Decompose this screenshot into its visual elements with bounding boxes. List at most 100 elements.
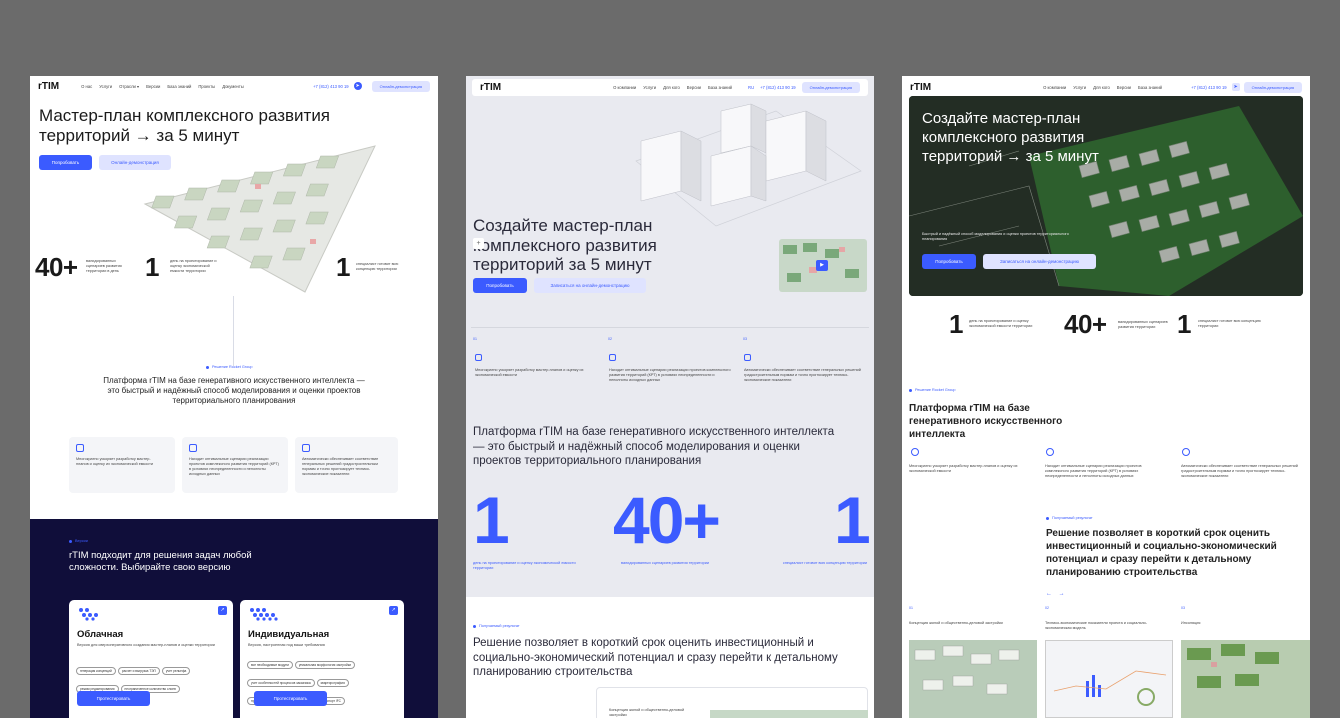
logo[interactable]: rTIM <box>910 82 931 93</box>
nav-demo-button[interactable]: Онлайн-демонстрация <box>1243 81 1302 93</box>
nav-item[interactable]: Услуги <box>1073 85 1086 90</box>
gallery-image[interactable] <box>1181 640 1310 718</box>
play-icon[interactable]: ▶ <box>816 260 828 271</box>
nav-demo-button[interactable]: Онлайн-демонстрация <box>371 80 430 92</box>
stat-number: 40+ <box>35 252 78 282</box>
platform-text: Платформа rTIM на базе генеративного иск… <box>473 426 835 467</box>
divider <box>471 327 869 328</box>
chip-list: генерация концепций расчет и выгрузка ТЭП… <box>75 659 225 695</box>
nav-item[interactable]: О компании <box>613 85 636 90</box>
feature-text: Автоматически обеспечивает соответствие … <box>1181 464 1298 478</box>
phone-link[interactable]: +7 (812) 413 90 19 <box>760 85 796 90</box>
demo-button[interactable]: Записаться на онлайн-демонстрацию <box>534 278 646 293</box>
test-button[interactable]: Протестировать <box>77 691 150 706</box>
chip: расчет и выгрузка ТЭП <box>117 667 160 675</box>
lang-switch[interactable]: RU <box>748 85 754 90</box>
result-section: Получаемый результат Решение позволяет в… <box>466 597 874 718</box>
telegram-icon[interactable]: ➤ <box>353 82 362 90</box>
top-nav: rTIM О нас Услуги Отрасли ▾ Версии База … <box>30 76 438 96</box>
buildings-3d-image <box>635 103 862 227</box>
gallery-arrows[interactable]: ← → <box>1046 591 1065 597</box>
nav-item[interactable]: О нас <box>81 84 92 89</box>
stat-text: валидированных сценариев развития террит… <box>86 259 122 273</box>
nav-item[interactable]: Версии <box>687 85 701 90</box>
test-button[interactable]: Протестировать <box>254 691 327 706</box>
nav-item[interactable]: База знаний <box>1138 85 1162 90</box>
gallery-label: Концепция жилой и общественно-деловой за… <box>909 621 1003 625</box>
frame-icon <box>609 354 616 361</box>
phone-link[interactable]: +7 (812) 413 90 19 <box>313 84 349 89</box>
gallery-image[interactable] <box>1045 640 1173 718</box>
gallery-number: 02 <box>1045 606 1049 610</box>
stat-number: 1 <box>336 252 350 282</box>
stat-number: 1 <box>145 252 159 282</box>
column-number: 01 <box>473 337 477 341</box>
arrow-icon[interactable]: ↗ <box>389 606 398 615</box>
nav-item[interactable]: База знаний <box>167 84 191 89</box>
arrow-icon[interactable]: ↗ <box>218 606 227 615</box>
hero-subtitle: Быстрый и надёжный способ моделирования … <box>922 232 1069 241</box>
chip: учет рельефа <box>161 667 191 675</box>
nav-item[interactable]: Проекты <box>198 84 215 89</box>
nav-item[interactable]: Для кого <box>663 85 680 90</box>
feature-text: Находит оптимальные сценарии реализации … <box>609 368 731 382</box>
mockup-desktop-1: rTIM О нас Услуги Отрасли ▾ Версии База … <box>30 76 438 718</box>
nav-item[interactable]: База знаний <box>708 85 732 90</box>
feature-text: Многократно ускоряет разработку мастер-п… <box>909 464 1018 473</box>
chip: учет особенностей процессов заказчика <box>247 679 315 687</box>
feature-text: Автоматически обеспечивает соответствие … <box>302 457 379 476</box>
mockup-desktop-2: rTIM О компании Услуги Для кого Версии Б… <box>466 76 874 718</box>
nav-item[interactable]: Отрасли ▾ <box>119 84 139 89</box>
logo[interactable]: rTIM <box>480 82 501 93</box>
stat-text: специалист готовит всю концепцию террито… <box>1198 319 1261 328</box>
feature-card: Находит оптимальные сценарии реализации … <box>182 437 288 493</box>
telegram-icon[interactable]: ➤ <box>1231 83 1240 91</box>
stat-text: валидированных сценариев развития террит… <box>1118 320 1168 329</box>
versions-title: rTIM подходит для решения задач любой сл… <box>69 550 252 573</box>
nav-demo-button[interactable]: Онлайн-демонстрация <box>801 82 860 93</box>
chip: все необходимые модули <box>247 661 293 669</box>
rocket-icon <box>911 448 919 456</box>
demo-button[interactable]: Записаться на онлайн-демонстрацию <box>983 254 1096 269</box>
nav-item[interactable]: Для кого <box>1093 85 1110 90</box>
gallery-image <box>710 710 868 718</box>
stat-text: валидированных сценариев развития террит… <box>620 561 710 565</box>
feature-card: Многократно ускоряет разработку мастер-п… <box>69 437 175 493</box>
nav-item[interactable]: Версии <box>146 84 160 89</box>
try-button[interactable]: Попробовать <box>922 254 976 269</box>
section-tag: Решение Rocket Group <box>909 388 955 392</box>
phone-link[interactable]: +7 (812) 413 90 19 <box>1191 85 1227 90</box>
nav-item[interactable]: Документы <box>222 84 244 89</box>
stat-number: 40+ <box>613 483 721 557</box>
column-number: 03 <box>743 337 747 341</box>
chip: квартирография <box>316 679 349 687</box>
stat-number: 1 <box>1177 309 1191 339</box>
card-title: Облачная <box>77 629 124 640</box>
gallery-label: Инсоляция <box>1181 621 1201 625</box>
gallery-image[interactable] <box>909 640 1037 718</box>
logo[interactable]: rTIM <box>38 81 59 92</box>
frame-icon <box>744 354 751 361</box>
plus-icon[interactable]: + <box>473 238 484 249</box>
stat-number: 1 <box>949 309 963 339</box>
try-button[interactable]: Попробовать <box>39 155 92 170</box>
result-text: Решение позволяет в короткий срок оценит… <box>1046 528 1277 578</box>
video-thumbnail[interactable]: ▶ <box>779 239 867 292</box>
card-title: Индивидуальная <box>248 629 330 640</box>
nav-item[interactable]: Услуги <box>99 84 112 89</box>
frame-icon <box>475 354 482 361</box>
try-button[interactable]: Попробовать <box>473 278 527 293</box>
chip: уникальная морфология застройки <box>294 661 356 669</box>
nav-item[interactable]: Услуги <box>643 85 656 90</box>
section-tag: Версии <box>69 539 88 543</box>
version-card-individual: ↗ Индивидуальная Версия, настроенная под… <box>240 600 404 718</box>
individual-pattern-icon <box>250 608 278 621</box>
chip: генерация концепций <box>76 667 116 675</box>
nav-item[interactable]: О компании <box>1043 85 1066 90</box>
nav-item[interactable]: Версии <box>1117 85 1131 90</box>
top-nav: rTIM О компании Услуги Для кого Версии Б… <box>472 79 868 96</box>
result-text: Решение позволяет в короткий срок оценит… <box>473 637 838 678</box>
platform-text: Платформа rTIM на базе генеративного иск… <box>103 376 365 405</box>
feature-text: Находит оптимальные сценарии реализации … <box>189 457 279 476</box>
versions-section: Версии rTIM подходит для решения задач л… <box>30 519 438 718</box>
